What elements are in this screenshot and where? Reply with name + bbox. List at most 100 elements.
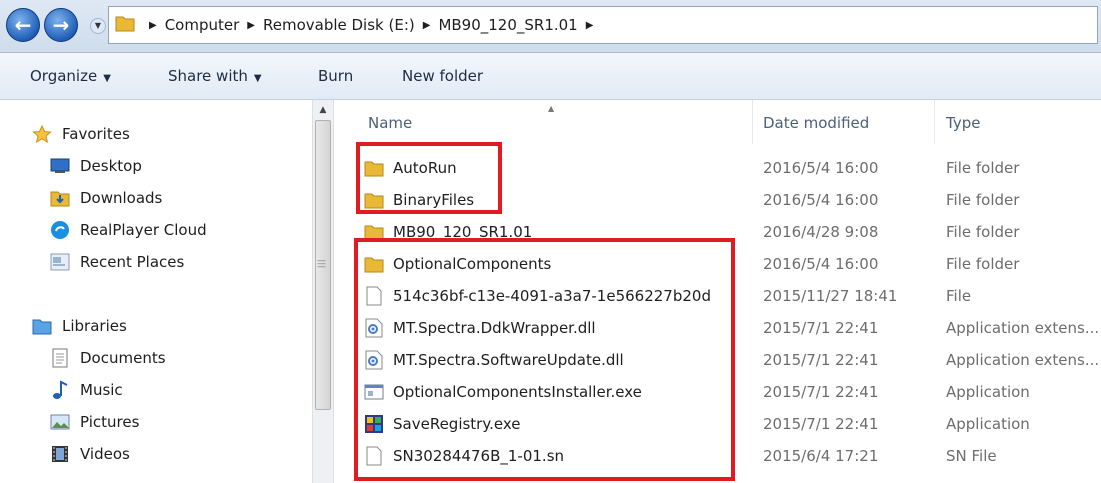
column-header-date[interactable]: Date modified [763, 114, 869, 132]
file-name: MT.Spectra.SoftwareUpdate.dll [393, 351, 624, 369]
address-bar-area: ← → ▼ ▶ Computer ▶ Removable Disk (E:) ▶… [0, 0, 1101, 53]
music-icon [50, 380, 70, 399]
share-with-button[interactable]: Share with ▼ [168, 67, 262, 85]
file-date: 2015/7/1 22:41 [763, 415, 879, 433]
burn-button[interactable]: Burn [318, 67, 353, 85]
table-row[interactable]: MB90_120_SR1.01 2016/4/28 9:08 File fold… [334, 216, 1101, 248]
column-divider[interactable] [752, 100, 753, 144]
back-button[interactable]: ← [6, 8, 40, 42]
file-type: Application extens... [946, 319, 1100, 337]
folder-icon [364, 190, 384, 210]
organize-label: Organize [30, 67, 98, 85]
file-name: OptionalComponentsInstaller.exe [393, 383, 642, 401]
table-row[interactable]: 514c36bf-c13e-4091-a3a7-1e566227b20d 201… [334, 280, 1101, 312]
scroll-up-icon[interactable]: ▲ [313, 100, 333, 120]
dll-icon [364, 318, 384, 338]
table-row[interactable]: SN30284476B_1-01.sn 2015/6/4 17:21 SN Fi… [334, 440, 1101, 472]
nav-favorites-label: Favorites [62, 125, 130, 143]
navigation-pane: Favorites Desktop Downloads RealPlayer C… [0, 100, 312, 483]
file-name: MB90_120_SR1.01 [393, 223, 533, 241]
breadcrumb-sep-icon: ▶ [149, 19, 157, 31]
file-name: SaveRegistry.exe [393, 415, 521, 433]
organize-button[interactable]: Organize ▼ [30, 67, 111, 85]
file-name: OptionalComponents [393, 255, 552, 273]
nav-item-label: Downloads [80, 189, 163, 207]
file-name: 514c36bf-c13e-4091-a3a7-1e566227b20d [393, 287, 711, 305]
file-icon [364, 446, 384, 466]
table-row[interactable]: SaveRegistry.exe 2015/7/1 22:41 Applicat… [334, 408, 1101, 440]
file-date: 2015/7/1 22:41 [763, 319, 879, 337]
file-date: 2015/7/1 22:41 [763, 383, 879, 401]
nav-item-recent-places[interactable]: Recent Places [50, 248, 184, 276]
realplayer-icon [50, 221, 70, 239]
nav-item-documents[interactable]: Documents [50, 344, 166, 372]
column-header-type[interactable]: Type [946, 114, 980, 132]
file-type: Application extens... [946, 351, 1100, 369]
nav-item-downloads[interactable]: Downloads [50, 184, 162, 212]
recent-pages-dropdown[interactable]: ▼ [90, 18, 106, 34]
nav-item-label: Recent Places [80, 253, 185, 271]
recent-places-icon [50, 253, 70, 271]
table-row[interactable]: BinaryFiles 2016/5/4 16:00 File folder [334, 184, 1101, 216]
table-row[interactable]: MT.Spectra.DdkWrapper.dll 2015/7/1 22:41… [334, 312, 1101, 344]
nav-libraries[interactable]: Libraries [32, 312, 127, 340]
forward-button[interactable]: → [44, 8, 78, 42]
file-date: 2016/5/4 16:00 [763, 255, 879, 273]
table-row[interactable]: OptionalComponentsInstaller.exe 2015/7/1… [334, 376, 1101, 408]
breadcrumb-computer[interactable]: Computer [165, 16, 240, 34]
file-name: BinaryFiles [393, 191, 475, 209]
breadcrumb-removable-disk[interactable]: Removable Disk (E:) [263, 16, 415, 34]
nav-libraries-label: Libraries [62, 317, 127, 335]
table-row[interactable]: AutoRun 2016/5/4 16:00 File folder [334, 152, 1101, 184]
column-header-name[interactable]: Name [368, 114, 412, 132]
nav-item-realplayer-cloud[interactable]: RealPlayer Cloud [50, 216, 207, 244]
file-type: File folder [946, 191, 1020, 209]
downloads-icon [50, 189, 70, 207]
folder-icon [364, 158, 384, 178]
star-icon [32, 125, 52, 143]
grip-icon: — — — [317, 256, 326, 272]
file-type: Application [946, 383, 1030, 401]
nav-item-label: Pictures [80, 413, 140, 431]
breadcrumb-sep-icon[interactable]: ▶ [415, 20, 439, 31]
desktop-icon [50, 157, 70, 175]
column-header-row: Name Date modified Type [334, 100, 1101, 144]
table-row[interactable]: OptionalComponents 2016/5/4 16:00 File f… [334, 248, 1101, 280]
file-icon [364, 286, 384, 306]
chevron-down-icon: ▼ [103, 73, 111, 84]
address-bar[interactable]: ▶ Computer ▶ Removable Disk (E:) ▶ MB90_… [108, 6, 1098, 44]
nav-item-pictures[interactable]: Pictures [50, 408, 139, 436]
nav-item-desktop[interactable]: Desktop [50, 152, 142, 180]
file-type: File [946, 287, 972, 305]
file-date: 2015/6/4 17:21 [763, 447, 879, 465]
file-type: File folder [946, 255, 1020, 273]
pictures-icon [50, 413, 70, 431]
column-divider[interactable] [934, 100, 935, 144]
back-arrow-icon: ← [14, 13, 32, 37]
table-row[interactable]: MT.Spectra.SoftwareUpdate.dll 2015/7/1 2… [334, 344, 1101, 376]
nav-favorites[interactable]: Favorites [32, 120, 130, 148]
file-type: SN File [946, 447, 997, 465]
file-name: SN30284476B_1-01.sn [393, 447, 565, 465]
file-date: 2016/5/4 16:00 [763, 191, 879, 209]
file-date: 2016/4/28 9:08 [763, 223, 879, 241]
nav-item-videos[interactable]: Videos [50, 440, 130, 468]
file-name: AutoRun [393, 159, 457, 177]
file-date: 2015/11/27 18:41 [763, 287, 898, 305]
folder-icon [364, 222, 384, 242]
nav-item-label: Documents [80, 349, 166, 367]
dll-icon [364, 350, 384, 370]
breadcrumb-current-folder[interactable]: MB90_120_SR1.01 [438, 16, 577, 34]
sort-ascending-icon: ▲ [548, 104, 555, 113]
breadcrumb-sep-icon[interactable]: ▶ [239, 20, 263, 31]
file-date: 2015/7/1 22:41 [763, 351, 879, 369]
new-folder-button[interactable]: New folder [402, 67, 483, 85]
file-type: File folder [946, 223, 1020, 241]
breadcrumb-sep-icon[interactable]: ▶ [578, 20, 602, 31]
navigation-scrollbar[interactable]: ▲ — — — [312, 100, 334, 483]
nav-item-label: RealPlayer Cloud [80, 221, 207, 239]
exe-icon [364, 382, 384, 402]
share-with-label: Share with [168, 67, 248, 85]
forward-arrow-icon: → [52, 13, 70, 37]
nav-item-music[interactable]: Music [50, 376, 123, 404]
